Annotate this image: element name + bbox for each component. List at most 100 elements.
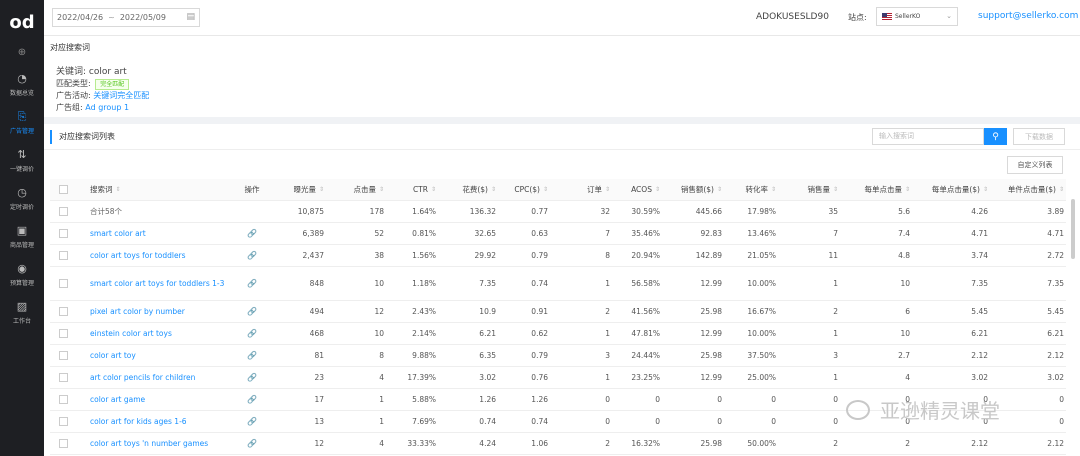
search-term-link[interactable]: color art toys 'n number games (90, 438, 208, 449)
sidebar-item-2[interactable]: ⇅ 一键调价 (0, 142, 44, 180)
site-value: SellerKO (895, 13, 921, 20)
column-header-acos[interactable]: ACOS ⇕ (616, 179, 660, 200)
sort-icon[interactable]: ⇕ (655, 186, 660, 193)
link-icon[interactable]: 🔗 (247, 417, 257, 426)
search-term-link[interactable]: smart color art (90, 228, 146, 239)
search-input[interactable]: 输入搜索词 (872, 128, 984, 145)
row-checkbox[interactable] (58, 279, 68, 288)
link-icon[interactable]: 🔗 (247, 279, 257, 288)
sort-icon[interactable]: ⇕ (379, 186, 384, 193)
link-icon[interactable]: 🔗 (247, 439, 257, 448)
sort-icon[interactable]: ⇕ (983, 186, 988, 193)
row-checkbox[interactable] (58, 229, 68, 238)
custom-columns-button[interactable]: 自定义列表 (1007, 156, 1063, 174)
column-header-op[interactable]: 操作 (238, 179, 266, 200)
search-term-link[interactable]: color art for kids ages 1-6 (90, 416, 187, 427)
cell-value: 2.12 (1047, 351, 1064, 360)
column-header-cpu[interactable]: 单件点击量($) ⇕ (994, 179, 1064, 200)
column-header-cpo[interactable]: 每单点击量 ⇕ (846, 179, 910, 200)
sidebar-toggle-icon[interactable]: ⊕ (0, 44, 44, 60)
search-term-link[interactable]: pixel art color by number (90, 306, 185, 317)
row-checkbox[interactable] (58, 351, 68, 360)
sort-icon[interactable]: ⇕ (1059, 186, 1064, 193)
cell-value: 0.91 (531, 307, 548, 316)
cell-value: 3.02 (1047, 373, 1064, 382)
sort-icon[interactable]: ⇕ (319, 186, 324, 193)
link-icon[interactable]: 🔗 (247, 329, 257, 338)
column-header-cpo_usd[interactable]: 每单点击量($) ⇕ (920, 179, 988, 200)
row-checkbox[interactable] (58, 251, 68, 260)
link-icon[interactable]: 🔗 (247, 395, 257, 404)
search-term-link[interactable]: smart color art toys for toddlers 1-3 (90, 278, 224, 289)
row-checkbox[interactable] (58, 207, 68, 216)
search-term-link[interactable]: color art toys for toddlers (90, 250, 186, 261)
row-checkbox[interactable] (58, 307, 68, 316)
column-header-clk[interactable]: 点击量 ⇕ (332, 179, 384, 200)
support-email-link[interactable]: support@sellerko.com (978, 11, 1078, 21)
site-select[interactable]: SellerKO ⌄ (876, 7, 958, 26)
cell-value: 2.43% (412, 307, 436, 316)
link-icon[interactable]: 🔗 (247, 307, 257, 316)
sort-icon[interactable]: ⇕ (717, 186, 722, 193)
cell-value: 6 (905, 307, 910, 316)
link-icon[interactable]: 🔗 (247, 229, 257, 238)
column-header-units[interactable]: 销售量 ⇕ (786, 179, 838, 200)
sort-icon[interactable]: ⇕ (605, 186, 610, 193)
cell-value: 178 (369, 207, 384, 216)
sort-icon[interactable]: ⇕ (905, 186, 910, 193)
search-button[interactable]: ⚲ (984, 128, 1007, 145)
table-scrollbar[interactable] (1071, 199, 1075, 259)
download-button[interactable]: 下载数据 (1013, 128, 1065, 145)
cell-value: 29.92 (474, 251, 496, 260)
adgroup-link[interactable]: Ad group 1 (85, 103, 129, 112)
sort-icon[interactable]: ⇕ (491, 186, 496, 193)
search-term-link[interactable]: art color pencils for children (90, 372, 195, 383)
cell-cpo_usd: 4.26 (920, 201, 988, 222)
search-term-link[interactable]: einstein color art toys (90, 328, 172, 339)
cell-value: 0.79 (531, 351, 548, 360)
total-label: 合计58个 (90, 207, 123, 216)
sidebar-item-4[interactable]: ▣ 商品管理 (0, 218, 44, 256)
select-all-checkbox[interactable] (58, 185, 68, 194)
column-header-ctr[interactable]: CTR ⇕ (390, 179, 436, 200)
sort-icon[interactable]: ⇕ (431, 186, 436, 193)
row-checkbox[interactable] (58, 329, 68, 338)
cell-value: 4 (379, 373, 384, 382)
app-logo[interactable]: od (0, 0, 44, 44)
cell-spend: 10.9 (444, 301, 496, 322)
link-icon[interactable]: 🔗 (247, 351, 257, 360)
sidebar-item-label: 商品管理 (9, 242, 34, 249)
sort-icon[interactable]: ⇕ (543, 186, 548, 193)
sidebar-item-5[interactable]: ◉ 预算管理 (0, 256, 44, 294)
cell-value: 1 (605, 329, 610, 338)
search-term-link[interactable]: color art toy (90, 350, 136, 361)
cell-value: 0.74 (531, 417, 548, 426)
column-header-cpc[interactable]: CPC($) ⇕ (504, 179, 548, 200)
sort-icon[interactable]: ⇕ (771, 186, 776, 193)
column-header-ord[interactable]: 订单 ⇕ (560, 179, 610, 200)
sidebar-item-1[interactable]: ⎘ 广告管理 (0, 104, 44, 142)
cell-value: 0 (833, 417, 838, 426)
link-icon[interactable]: 🔗 (247, 373, 257, 382)
date-range-picker[interactable]: 2022/04/26 ~ 2022/05/09 ▤ (52, 8, 200, 27)
column-header-sales[interactable]: 销售额($) ⇕ (668, 179, 722, 200)
column-header-kw[interactable]: 搜索词 ⇕ (90, 179, 230, 200)
search-term-link[interactable]: color art game (90, 394, 145, 405)
campaign-link[interactable]: 关键词完全匹配 (93, 91, 149, 100)
row-checkbox[interactable] (58, 417, 68, 426)
row-checkbox[interactable] (58, 439, 68, 448)
sidebar-item-3[interactable]: ◷ 定时调价 (0, 180, 44, 218)
sidebar-item-0[interactable]: ◔ 数据总览 (0, 66, 44, 104)
column-header-spend[interactable]: 花费($) ⇕ (444, 179, 496, 200)
row-checkbox[interactable] (58, 395, 68, 404)
cell-units: 1 (786, 267, 838, 300)
column-header-imp[interactable]: 曝光量 ⇕ (272, 179, 324, 200)
link-icon[interactable]: 🔗 (247, 251, 257, 260)
cell-value: 0 (1059, 395, 1064, 404)
cell-chk (56, 267, 70, 300)
column-header-cvr[interactable]: 转化率 ⇕ (730, 179, 776, 200)
sidebar-item-6[interactable]: ▨ 工作台 (0, 294, 44, 332)
sort-icon[interactable]: ⇕ (116, 186, 121, 193)
sort-icon[interactable]: ⇕ (833, 186, 838, 193)
row-checkbox[interactable] (58, 373, 68, 382)
